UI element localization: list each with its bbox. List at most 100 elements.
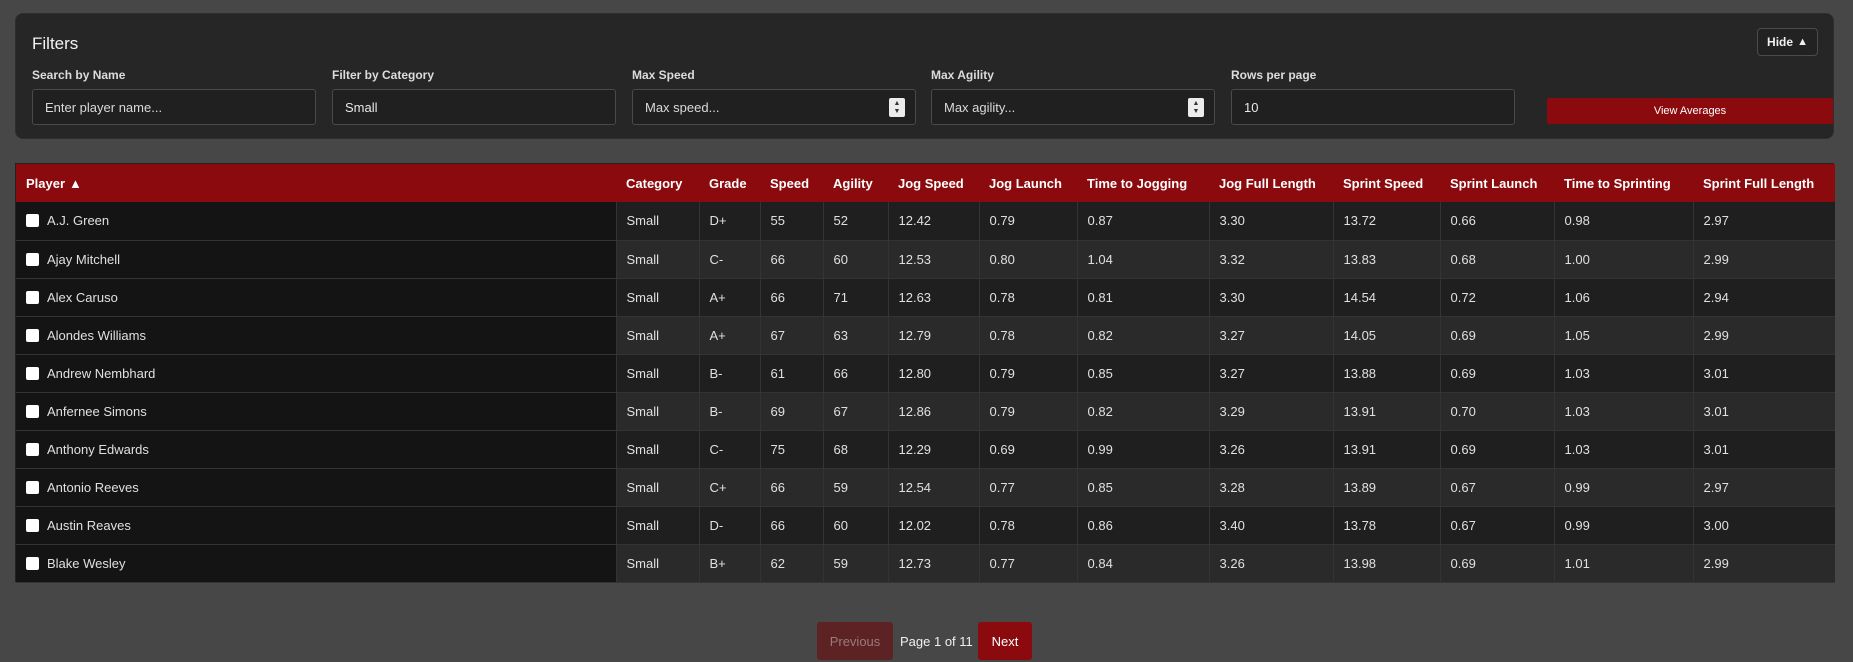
player-name: A.J. Green xyxy=(47,213,110,229)
table-cell: 14.54 xyxy=(1333,278,1441,317)
column-header-agility[interactable]: Agility xyxy=(823,164,888,202)
table-cell: A+ xyxy=(699,316,761,355)
row-checkbox[interactable] xyxy=(26,480,39,494)
row-checkbox[interactable] xyxy=(26,556,39,570)
table-cell: 3.27 xyxy=(1209,354,1334,393)
table-cell: 61 xyxy=(760,354,824,393)
table-cell: 12.63 xyxy=(888,278,980,317)
table-cell: 0.79 xyxy=(979,202,1078,241)
table-cell: 66 xyxy=(760,240,824,279)
stepper-up-icon[interactable]: ▲ xyxy=(894,100,901,108)
table-cell: 12.54 xyxy=(888,468,980,507)
max-speed-input[interactable] xyxy=(645,99,885,115)
table-cell: 75 xyxy=(760,430,824,469)
table-cell: Small xyxy=(616,240,700,279)
column-header-speed[interactable]: Speed xyxy=(760,164,823,202)
table-cell: 60 xyxy=(823,240,889,279)
view-averages-button[interactable]: View Averages xyxy=(1547,98,1833,124)
column-header-jog-launch[interactable]: Jog Launch xyxy=(979,164,1077,202)
column-header-label: Player xyxy=(26,175,66,191)
table-cell: 13.78 xyxy=(1333,506,1441,545)
row-checkbox[interactable] xyxy=(26,214,39,228)
column-header-label: Category xyxy=(626,175,683,191)
table-cell: 13.91 xyxy=(1333,430,1441,469)
triangle-up-icon: ▲ xyxy=(1797,36,1808,48)
table-cell: 13.98 xyxy=(1333,544,1441,583)
table-row: Alex Caruso Small A+ 66 71 12.63 0.78 0.81 3.30 1… xyxy=(16,278,1835,317)
table-cell: 3.26 xyxy=(1209,430,1334,469)
column-header-jog-speed[interactable]: Jog Speed xyxy=(888,164,979,202)
table-cell: 0.82 xyxy=(1077,316,1210,355)
max-agility-field: Max Agility ▲ ▼ xyxy=(931,68,1215,125)
table-cell: 0.85 xyxy=(1077,354,1210,393)
table-cell: 1.05 xyxy=(1554,316,1694,355)
table-cell: 71 xyxy=(823,278,889,317)
player-name: Antonio Reeves xyxy=(47,479,139,495)
rows-per-page-value: 10 xyxy=(1244,99,1259,115)
column-header-label: Grade xyxy=(709,175,747,191)
row-checkbox[interactable] xyxy=(26,404,39,418)
players-table-container: Player ▲ Category Grade Speed Agility Jog Spee… xyxy=(15,163,1835,583)
table-cell: 12.80 xyxy=(888,354,980,393)
row-checkbox[interactable] xyxy=(26,518,39,532)
row-checkbox[interactable] xyxy=(26,442,39,456)
stepper-down-icon[interactable]: ▼ xyxy=(1193,108,1200,116)
stepper-up-icon[interactable]: ▲ xyxy=(1193,100,1200,108)
column-header-sprint-launch[interactable]: Sprint Launch xyxy=(1440,164,1554,202)
category-select[interactable]: Small xyxy=(332,89,616,125)
hide-filters-button[interactable]: Hide ▲ xyxy=(1757,28,1818,56)
table-cell: 12.42 xyxy=(888,202,980,241)
max-agility-input[interactable] xyxy=(944,99,1184,115)
player-name: Anthony Edwards xyxy=(47,441,149,457)
table-cell: B+ xyxy=(699,544,761,583)
previous-button[interactable]: Previous xyxy=(817,622,893,660)
hide-label: Hide xyxy=(1767,35,1794,49)
max-agility-stepper[interactable]: ▲ ▼ xyxy=(1188,98,1204,117)
table-cell: 13.89 xyxy=(1333,468,1441,507)
table-cell: 1.03 xyxy=(1554,392,1694,431)
table-cell: 0.86 xyxy=(1077,506,1210,545)
table-cell: 14.05 xyxy=(1333,316,1441,355)
column-header-time-to-jogging[interactable]: Time to Jogging xyxy=(1077,164,1209,202)
row-checkbox[interactable] xyxy=(26,290,39,304)
column-header-time-to-sprinting[interactable]: Time to Sprinting xyxy=(1554,164,1693,202)
table-cell: 0.81 xyxy=(1077,278,1210,317)
row-checkbox[interactable] xyxy=(26,366,39,380)
table-cell: C- xyxy=(699,430,761,469)
table-cell: 2.94 xyxy=(1693,278,1835,317)
row-checkbox[interactable] xyxy=(26,252,39,266)
column-header-sprint-full-length[interactable]: Sprint Full Length xyxy=(1693,164,1835,202)
table-cell: Small xyxy=(616,278,700,317)
column-header-category[interactable]: Category xyxy=(616,164,699,202)
table-cell: C+ xyxy=(699,468,761,507)
column-header-jog-full-length[interactable]: Jog Full Length xyxy=(1209,164,1333,202)
player-cell: Austin Reaves xyxy=(16,506,617,545)
column-header-player[interactable]: Player ▲ xyxy=(16,164,616,202)
table-cell: 67 xyxy=(760,316,824,355)
row-checkbox[interactable] xyxy=(26,328,39,342)
table-cell: Small xyxy=(616,316,700,355)
table-row: Austin Reaves Small D- 66 60 12.02 0.78 0.86 3.4… xyxy=(16,506,1835,545)
table-cell: 2.99 xyxy=(1693,316,1835,355)
column-header-sprint-speed[interactable]: Sprint Speed xyxy=(1333,164,1440,202)
table-cell: 52 xyxy=(823,202,889,241)
search-input[interactable] xyxy=(45,99,285,115)
table-cell: 0.72 xyxy=(1440,278,1555,317)
table-cell: 0.78 xyxy=(979,278,1078,317)
table-cell: 66 xyxy=(823,354,889,393)
rows-per-page-input[interactable]: 10 xyxy=(1231,89,1515,125)
table-cell: 3.30 xyxy=(1209,278,1334,317)
table-cell: 3.40 xyxy=(1209,506,1334,545)
table-cell: Small xyxy=(616,202,700,241)
page-indicator: Page 1 of 11 xyxy=(900,633,973,649)
table-cell: 3.28 xyxy=(1209,468,1334,507)
stepper-down-icon[interactable]: ▼ xyxy=(894,108,901,116)
max-speed-stepper[interactable]: ▲ ▼ xyxy=(889,98,905,117)
table-cell: B- xyxy=(699,354,761,393)
next-button[interactable]: Next xyxy=(978,622,1032,660)
table-cell: 2.97 xyxy=(1693,202,1835,241)
player-name: Alex Caruso xyxy=(47,289,118,305)
table-cell: 0.69 xyxy=(1440,430,1555,469)
column-header-grade[interactable]: Grade xyxy=(699,164,760,202)
table-cell: 66 xyxy=(760,278,824,317)
